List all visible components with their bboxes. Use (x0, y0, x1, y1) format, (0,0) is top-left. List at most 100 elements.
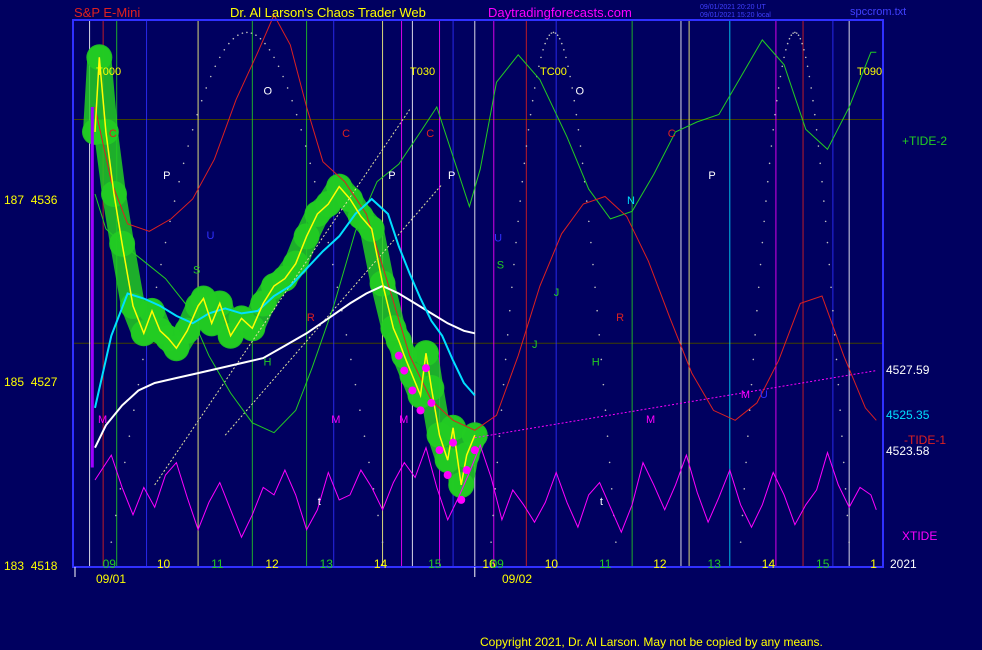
arc-dot-1-31 (554, 32, 557, 34)
arc-dot-0-13 (169, 220, 171, 223)
arc-dot-0-60 (381, 541, 384, 543)
value-label-4523-58: 4523.58 (886, 444, 930, 458)
arc-dot-1-35 (563, 48, 565, 51)
arc-dot-2-41 (813, 113, 816, 116)
arc-dot-0-4 (128, 435, 131, 437)
arc-dot-1-40 (573, 99, 576, 102)
arc-dot-0-44 (309, 162, 312, 165)
arc-dot-1-32 (556, 34, 559, 37)
arc-dot-2-25 (785, 48, 787, 51)
planet-letter-6: R (307, 312, 315, 324)
copyright-notice: Copyright 2021, Dr. Al Larson. May not b… (480, 635, 823, 649)
site-link[interactable]: Daytradingforecasts.com (488, 5, 632, 20)
arc-dot-1-18 (527, 128, 530, 131)
arc-dot-1-49 (592, 263, 594, 266)
arc-dot-0-36 (273, 56, 275, 59)
arc-dot-0-0 (110, 541, 113, 543)
arc-dot-0-14 (173, 200, 176, 202)
arc-dot-0-45 (313, 180, 316, 183)
price-mark-11 (470, 446, 479, 455)
arc-dot-2-37 (806, 65, 809, 68)
arc-dot-1-21 (533, 87, 536, 89)
arc-dot-2-57 (842, 461, 845, 464)
arc-dot-2-24 (783, 56, 785, 59)
arc-dot-0-56 (363, 435, 366, 437)
arc-dot-2-33 (799, 37, 802, 40)
arc-dot-2-19 (774, 113, 776, 116)
arc-dot-0-31 (250, 32, 253, 34)
arc-dot-0-10 (155, 286, 158, 289)
arc-dot-2-15 (766, 180, 769, 183)
arc-dot-1-9 (508, 309, 511, 312)
arc-dot-1-39 (571, 87, 573, 89)
arc-dot-0-23 (214, 65, 217, 68)
arc-dot-2-36 (804, 56, 807, 59)
arc-dot-2-43 (817, 145, 820, 147)
arc-dot-2-59 (846, 514, 849, 517)
arc-dot-0-2 (119, 488, 122, 490)
arc-dot-1-43 (579, 145, 582, 147)
hour-label-day2-7: 1 (870, 557, 877, 571)
hour-label-day2-4: 13 (708, 557, 722, 571)
arc-dot-1-26 (544, 42, 546, 45)
arc-dot-1-33 (558, 37, 561, 40)
arc-dot-2-39 (810, 87, 812, 89)
arc-dot-0-54 (354, 383, 357, 386)
arc-dot-0-43 (304, 145, 307, 147)
arc-dot-2-28 (790, 34, 793, 37)
planet-letter-7: M (98, 414, 107, 426)
arc-dot-2-17 (770, 145, 773, 147)
planet-letter-4: S (193, 265, 200, 277)
arc-dot-2-8 (754, 334, 756, 336)
arc-dot-1-29 (550, 32, 553, 34)
arc-dot-2-12 (761, 241, 764, 244)
planet-letter-3: U (207, 230, 215, 242)
arc-dot-0-29 (241, 32, 244, 34)
arc-dot-0-21 (205, 87, 208, 89)
arc-dot-2-55 (839, 409, 841, 412)
arc-dot-1-25 (542, 48, 544, 51)
date-label-day2: 09/02 (502, 572, 532, 586)
arc-dot-0-6 (137, 383, 140, 386)
planet-letter-17: O (575, 86, 584, 98)
arc-dot-1-15 (521, 180, 524, 183)
arc-dot-1-16 (523, 162, 526, 165)
arc-dot-2-35 (803, 48, 805, 51)
planet-letter-26: t (600, 496, 603, 508)
value-label-4525-35: 4525.35 (886, 408, 930, 422)
arc-dot-1-1 (492, 514, 494, 517)
hour-label-day1-1: 10 (157, 557, 171, 571)
arc-dot-0-11 (160, 263, 162, 266)
planet-letter-27: U (760, 389, 768, 401)
hour-label-day1-3: 12 (265, 557, 279, 571)
planet-letter-23: P (708, 170, 715, 182)
planet-letter-10: C (342, 128, 350, 140)
planet-letter-1: P (163, 170, 170, 182)
arc-dot-0-28 (237, 34, 239, 37)
price-mark-7 (443, 471, 452, 480)
arc-dot-1-58 (610, 488, 613, 490)
arc-dot-2-7 (752, 358, 755, 361)
price-mark-0 (394, 351, 403, 360)
arc-dot-0-32 (255, 34, 257, 37)
planet-letter-5: H (263, 357, 271, 369)
arc-dot-0-27 (232, 37, 235, 40)
timestamp-local: 09/01/2021 15:20 local (700, 12, 771, 19)
arc-dot-0-1 (114, 514, 117, 517)
price-mark-1 (400, 366, 409, 375)
planet-letter-22: C (668, 128, 676, 140)
arc-dot-0-20 (200, 99, 203, 102)
year-label: 2021 (890, 557, 917, 571)
arc-dot-0-30 (246, 31, 248, 34)
arc-dot-0-50 (336, 286, 339, 289)
arc-dot-0-53 (350, 358, 352, 361)
time-marker-t030: T030 (410, 66, 435, 78)
price-mark-4 (421, 364, 430, 373)
arc-dot-2-60 (848, 541, 850, 543)
time-marker-t090: T090 (857, 66, 882, 78)
arc-dot-1-51 (596, 309, 598, 312)
arc-dot-0-49 (332, 263, 334, 266)
arc-dot-0-37 (277, 65, 280, 68)
planet-letter-13: P (448, 170, 455, 182)
y-tick-label-mid: 185 4527 (4, 375, 58, 389)
